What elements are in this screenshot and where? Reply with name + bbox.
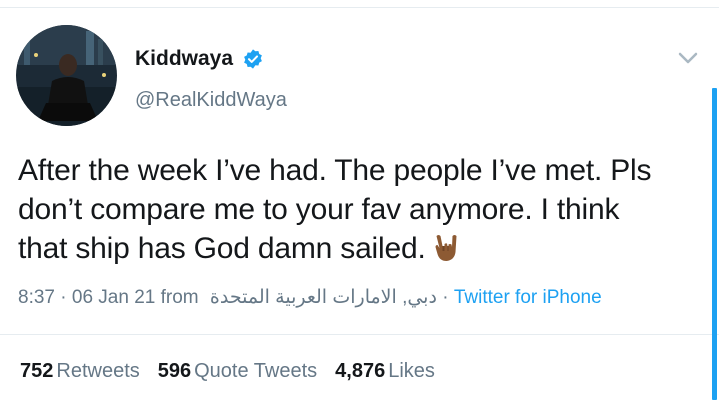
tweet-text-segment: that ship has God damn sailed. [18,232,426,265]
stats-divider [0,334,719,335]
tweet-text-line: After the week I’ve had. The people I’ve… [18,154,652,187]
quote-tweets-count: 596 [157,360,192,382]
tweet-stats: 752 Retweets 596 Quote Tweets 4,876 Likes [20,360,453,383]
tweet-location[interactable]: دبي, الامارات العربية المتحدة [210,287,437,308]
quote-tweets-stat[interactable]: 596 Quote Tweets [158,360,317,383]
tweet-detail-page: Kiddwaya @RealKiddWaya After the week I’… [0,0,719,409]
likes-stat[interactable]: 4,876 Likes [335,360,435,383]
author-display-name[interactable]: Kiddwaya [135,47,233,71]
retweets-count: 752 [20,360,54,382]
meta-separator: · [436,287,454,308]
avatar-image [16,25,117,126]
from-label: from [155,287,204,308]
tweet-time[interactable]: 8:37 [18,287,55,308]
scrollbar[interactable] [712,88,717,400]
likes-count: 4,876 [335,360,386,382]
quote-tweets-label: Quote Tweets [194,360,318,382]
author-handle[interactable]: @RealKiddWaya [135,89,287,112]
tweet-date[interactable]: 06 Jan 21 [72,287,155,308]
meta-separator: · [54,287,72,308]
tweet-source-link[interactable]: Twitter for iPhone [454,287,602,308]
tweet-meta: 8:37 · 06 Jan 21 from دبي, الامارات العر… [18,286,602,309]
verified-badge-icon [244,49,262,69]
tweet-text: After the week I’ve had. The people I’ve… [18,151,698,268]
top-divider [0,7,719,8]
likes-label: Likes [388,360,435,382]
avatar[interactable] [16,25,117,126]
horns-hand-emoji-icon [435,235,457,261]
chevron-down-icon[interactable] [678,51,698,65]
retweets-label: Retweets [56,360,140,382]
tweet-text-line: don’t compare me to your fav anymore. I … [18,193,620,226]
retweets-stat[interactable]: 752 Retweets [20,360,140,383]
tweet-text-line-last: that ship has God damn sailed. [18,229,698,268]
